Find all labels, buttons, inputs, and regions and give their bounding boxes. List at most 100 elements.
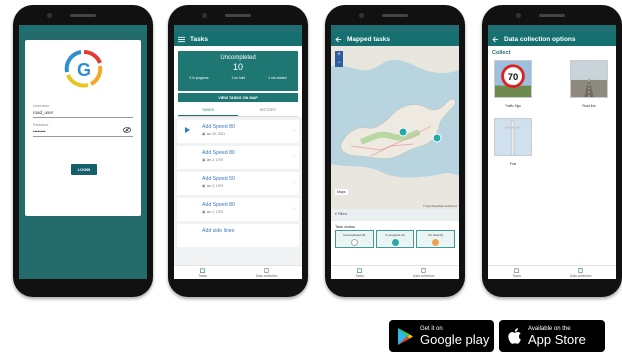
task-item[interactable]: Add side lines — [177, 224, 299, 247]
status-bar — [488, 25, 616, 32]
summary-count: 10 — [232, 62, 243, 72]
task-name: Add side lines — [202, 228, 235, 234]
eye-icon[interactable] — [123, 127, 131, 133]
map-header: Mapped tasks — [331, 32, 459, 46]
road-image — [570, 60, 608, 98]
task-item[interactable]: Add Speed 80 ▣ Jan 2, 1970 › — [177, 146, 299, 169]
pole-image — [494, 118, 532, 156]
status-in-progress[interactable]: In progress (2) — [375, 230, 415, 248]
calendar-icon — [357, 268, 363, 273]
speaker — [225, 14, 251, 17]
username-input[interactable]: road_user — [33, 110, 53, 115]
map-screen: Mapped tasks + − Maps © OpenStreetMap con… — [331, 25, 459, 279]
island-map — [331, 46, 459, 209]
password-label: Password — [33, 123, 49, 127]
login-screen: G Username road_user Password •••••••• L… — [19, 25, 147, 279]
nav-tasks[interactable]: Tasks — [355, 268, 364, 278]
task-name: Add Speed 50 — [202, 176, 235, 182]
map-credit: © OpenStreetMap contributors — [423, 205, 457, 208]
speaker — [539, 14, 565, 17]
option-label: Road link — [582, 104, 596, 108]
not-started-count: 1 not started — [268, 76, 287, 80]
filters-bar[interactable]: ▾ Filters — [331, 209, 459, 221]
task-item[interactable]: Add Speed 80 ▣ Jan 2, 1970 › — [177, 198, 299, 221]
task-item[interactable]: Add Speed 50 ▣ Jan 2, 1970 › — [177, 172, 299, 195]
app-logo: G — [64, 49, 103, 88]
username-underline — [33, 117, 133, 118]
option-label: Traffic Sign — [505, 104, 521, 108]
camera — [202, 13, 207, 18]
task-name: Add Speed 80 — [202, 202, 235, 208]
menu-icon[interactable] — [178, 36, 185, 43]
phone-data-collection: Data collection options Collect 70 Traff… — [482, 5, 622, 297]
page-title: Data collection options — [504, 35, 576, 43]
clipboard-icon — [264, 267, 269, 273]
status-uncompleted[interactable]: Uncompleted (0) — [335, 230, 374, 248]
task-item[interactable]: Add Speed 80 ▣ Jan 20, 2021 › — [177, 120, 299, 143]
nav-data-collection[interactable]: Data collection — [256, 267, 278, 278]
tasks-screen: Tasks Uncompleted 10 6 in progress 3 on … — [174, 25, 302, 279]
bottom-nav: Tasks Data collection — [331, 265, 459, 279]
task-date: ▣ Jan 2, 1970 — [202, 158, 224, 162]
login-card: G Username road_user Password •••••••• L… — [25, 40, 141, 216]
back-arrow-icon[interactable] — [335, 36, 342, 43]
option-pole[interactable]: Pole — [494, 118, 532, 166]
chevron-right-icon: › — [293, 180, 295, 186]
chevron-right-icon: › — [293, 154, 295, 160]
app-store-badge[interactable]: Available on the App Store — [499, 320, 605, 352]
google-play-icon — [398, 327, 413, 345]
back-arrow-icon[interactable] — [492, 36, 499, 43]
camera — [516, 13, 521, 18]
option-road-link[interactable]: Road link — [570, 60, 608, 108]
speaker — [70, 14, 96, 17]
zoom-controls: + − — [335, 51, 343, 67]
clipboard-icon — [421, 267, 426, 273]
view-tasks-on-map-button[interactable]: VIEW TASKS ON MAP — [178, 93, 298, 102]
zoom-out-button[interactable]: − — [335, 59, 343, 67]
phone-login: G Username road_user Password •••••••• L… — [13, 5, 153, 297]
on-hold-count: 3 on hold — [231, 76, 246, 80]
nav-tasks[interactable]: Tasks — [198, 268, 207, 278]
username-label: Username — [33, 104, 50, 108]
phone-map: Mapped tasks + − Maps © OpenStreetMap con… — [325, 5, 465, 297]
camera — [359, 13, 364, 18]
nav-data-collection[interactable]: Data collection — [570, 267, 592, 278]
password-input[interactable]: •••••••• — [33, 129, 46, 134]
google-play-badge[interactable]: Get it on Google play — [389, 320, 494, 352]
task-list: Add Speed 80 ▣ Jan 20, 2021 › Add Speed 80… — [174, 117, 302, 277]
nav-tasks[interactable]: Tasks — [512, 268, 521, 278]
tab-history[interactable]: HISTORY — [238, 105, 298, 116]
phone-tasks: Tasks Uncompleted 10 6 in progress 3 on … — [168, 5, 308, 297]
status-on-hold[interactable]: On hold (0) — [416, 230, 456, 248]
option-traffic-sign[interactable]: 70 Traffic Sign — [494, 60, 532, 108]
map-view[interactable]: + − Maps © OpenStreetMap contributors — [331, 46, 459, 209]
play-icon — [185, 127, 190, 133]
summary-label: Uncompleted — [220, 55, 256, 61]
nav-data-collection[interactable]: Data collection — [413, 267, 435, 278]
in-progress-count: 6 in progress — [189, 76, 209, 80]
bottom-nav: Tasks Data collection — [488, 265, 616, 279]
summary-card: Uncompleted 10 6 in progress 3 on hold 1… — [178, 51, 298, 91]
chevron-right-icon: › — [293, 128, 295, 134]
login-button[interactable]: LOGIN — [71, 164, 97, 175]
maps-layer-button[interactable]: Maps — [335, 189, 348, 195]
status-filters: Uncompleted (0) In progress (2) On hold … — [335, 230, 456, 248]
google-badge-line2: Google play — [420, 331, 490, 347]
tab-bar: TASKS HISTORY — [178, 105, 298, 117]
traffic-sign-image: 70 — [494, 60, 532, 98]
page-title: Tasks — [190, 35, 208, 43]
apple-badge-line2: App Store — [528, 331, 586, 347]
chevron-right-icon: › — [293, 206, 295, 212]
tab-tasks[interactable]: TASKS — [178, 105, 238, 116]
data-collection-screen: Data collection options Collect 70 Traff… — [488, 25, 616, 279]
calendar-icon — [200, 268, 206, 273]
camera — [47, 13, 52, 18]
calendar-icon — [514, 268, 520, 273]
svg-text:G: G — [77, 60, 91, 80]
clipboard-icon — [578, 267, 583, 273]
zoom-in-button[interactable]: + — [335, 51, 343, 59]
task-date: ▣ Jan 20, 2021 — [202, 132, 226, 136]
status-dot — [391, 239, 399, 246]
task-date: ▣ Jan 2, 1970 — [202, 184, 224, 188]
status-dot — [350, 239, 358, 246]
